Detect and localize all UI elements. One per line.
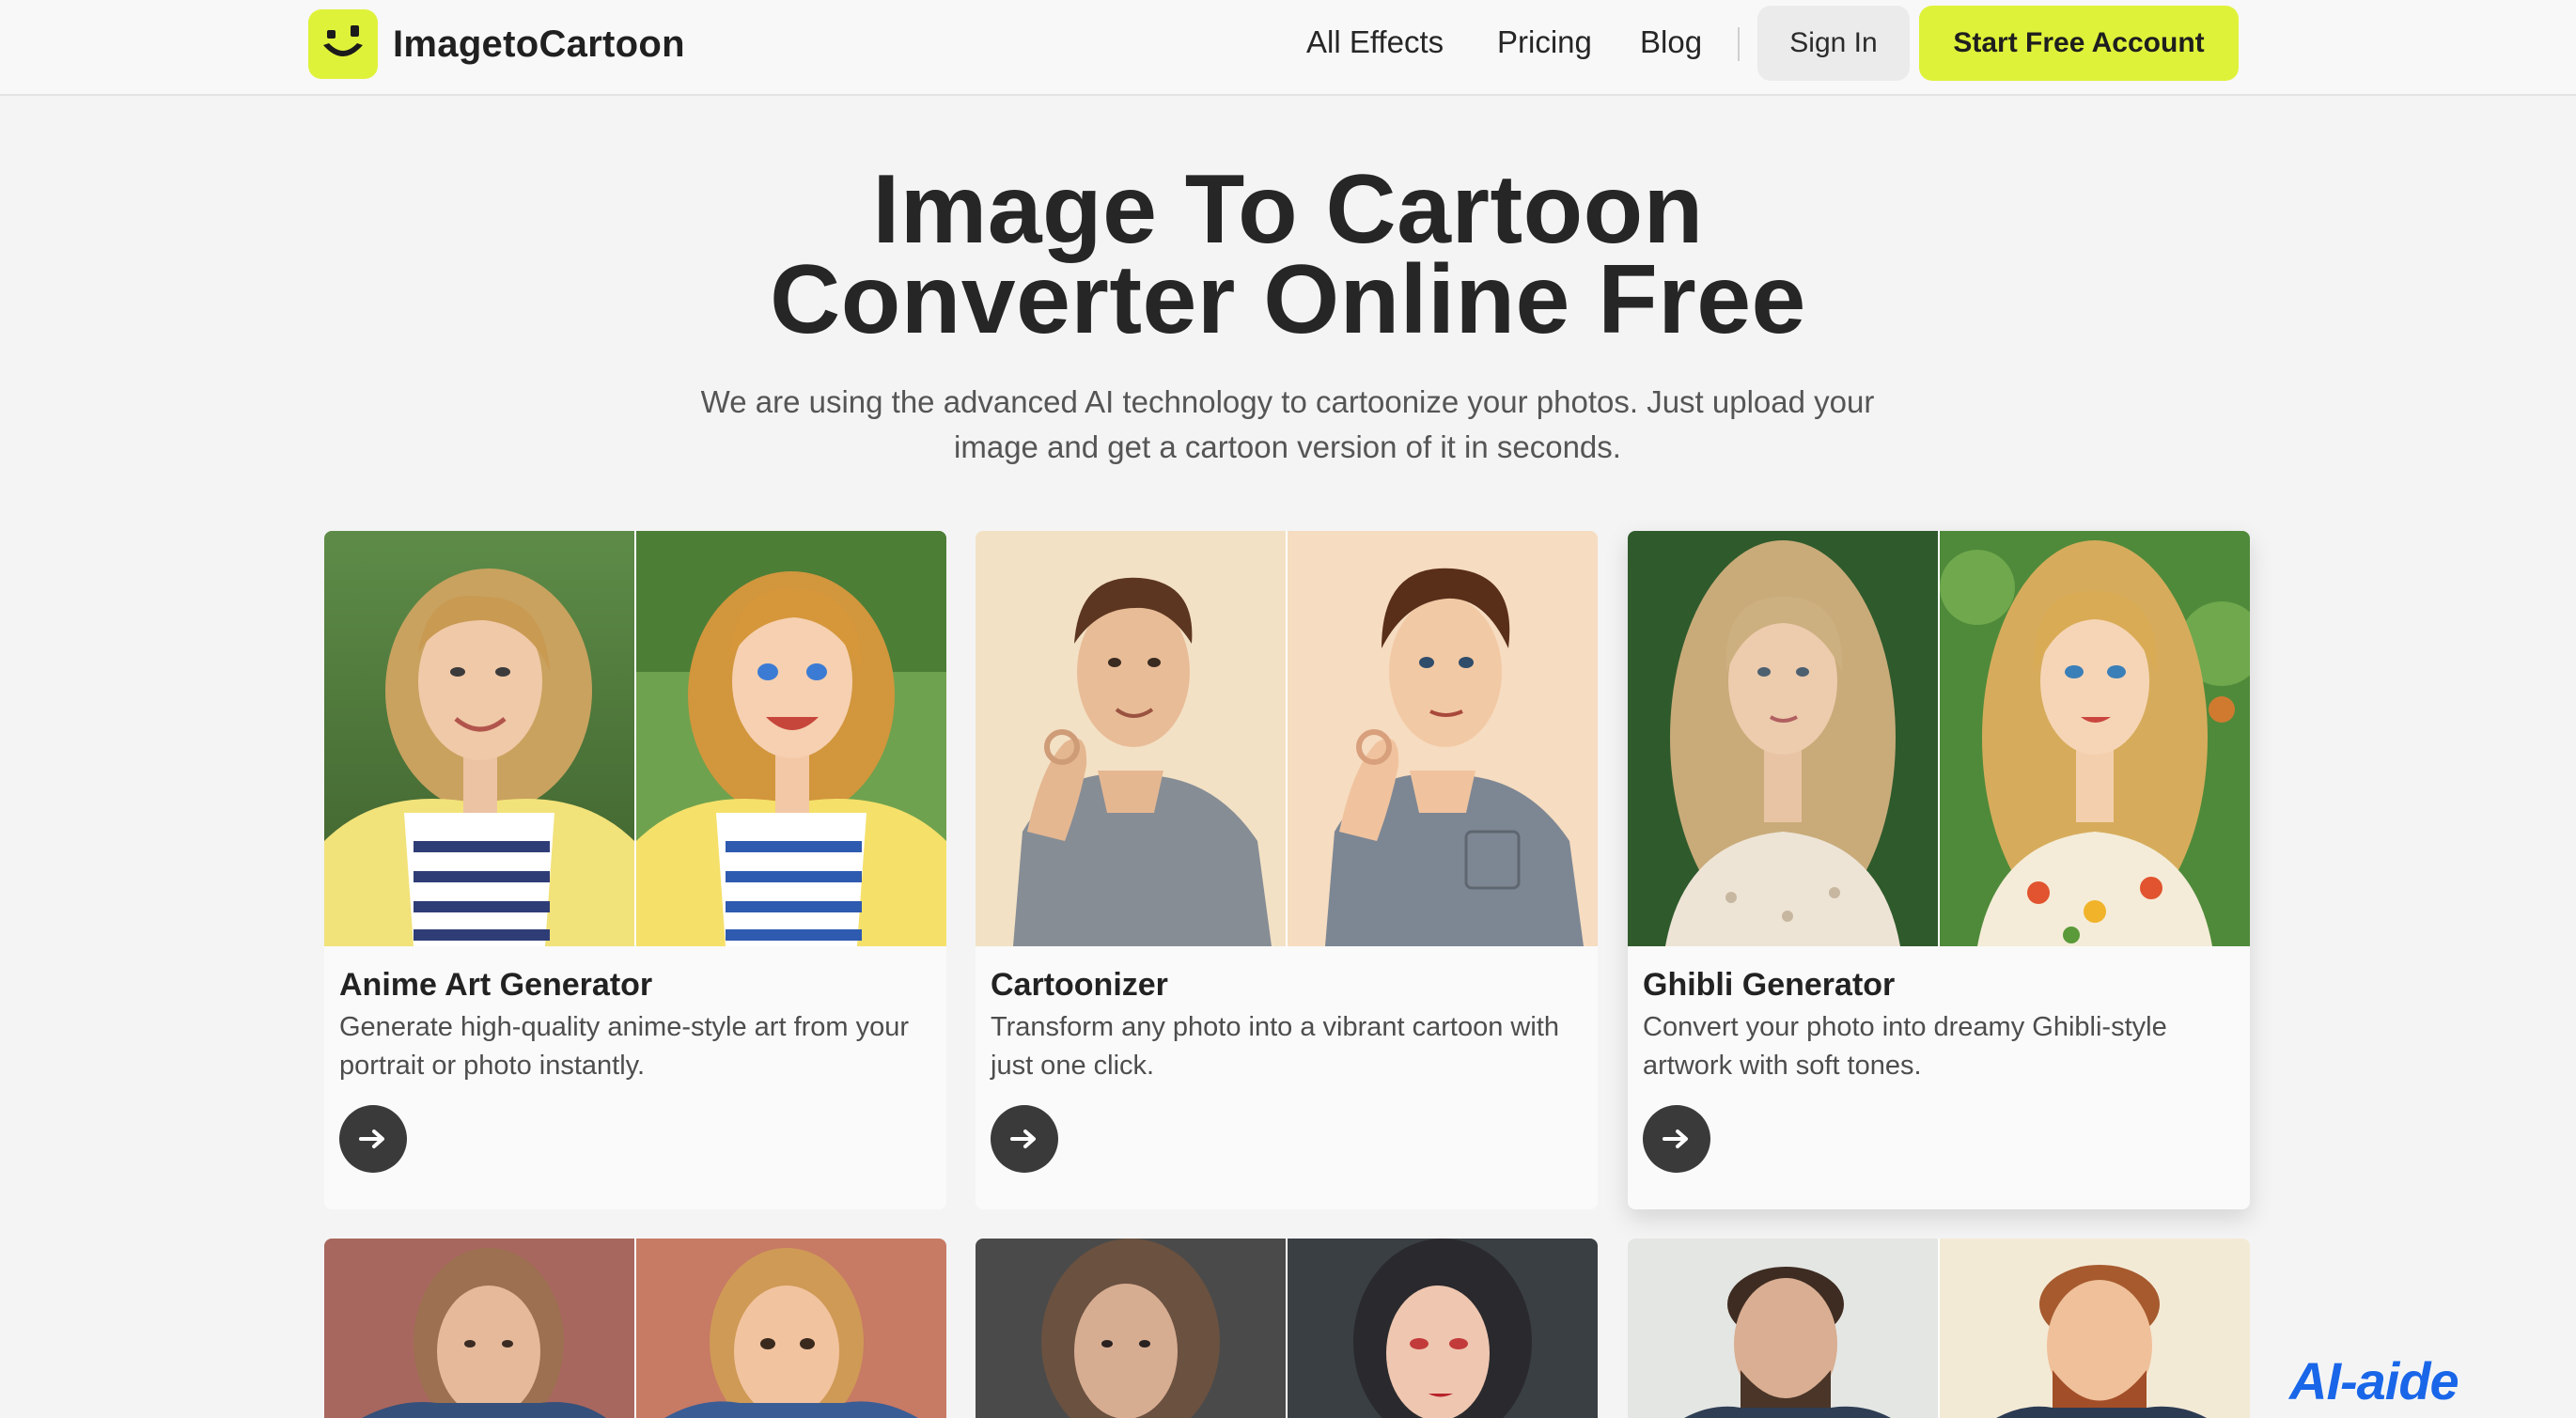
card-description: Convert your photo into dreamy Ghibli-st… bbox=[1643, 1012, 2167, 1081]
page-title-line-2: Converter Online Free bbox=[770, 245, 1806, 354]
cartoon-result bbox=[636, 1239, 946, 1418]
original-photo bbox=[324, 531, 634, 946]
arrow-right-icon bbox=[1010, 1130, 1036, 1148]
card-description: Generate high-quality anime-style art fr… bbox=[339, 1012, 910, 1081]
arrow-right-icon bbox=[359, 1130, 384, 1148]
arrow-right-icon bbox=[1663, 1130, 1688, 1148]
ghibli-before-after-image bbox=[1628, 531, 2250, 946]
cartoon-result bbox=[1940, 1239, 2250, 1418]
open-effect-button[interactable] bbox=[1643, 1105, 1710, 1173]
original-photo bbox=[324, 1239, 634, 1418]
original-photo bbox=[976, 531, 1286, 946]
card-title: Ghibli Generator bbox=[1643, 967, 1896, 1003]
nav-blog[interactable]: Blog bbox=[1640, 24, 1702, 60]
watermark-logo: AI-aide bbox=[2289, 1351, 2459, 1410]
original-photo bbox=[1628, 1239, 1938, 1418]
effect-card-row2-3[interactable] bbox=[1628, 1239, 2250, 1418]
sign-in-button[interactable]: Sign In bbox=[1757, 6, 1910, 81]
open-effect-button[interactable] bbox=[339, 1105, 407, 1173]
cartoon-result bbox=[1288, 531, 1598, 946]
effect-card-row2-2[interactable] bbox=[976, 1239, 1598, 1418]
top-navigation-bar: ImagetoCartoon All Effects Pricing Blog … bbox=[0, 0, 2576, 96]
nav-all-effects[interactable]: All Effects bbox=[1306, 24, 1444, 60]
start-free-account-button[interactable]: Start Free Account bbox=[1919, 6, 2239, 81]
open-effect-button[interactable] bbox=[991, 1105, 1058, 1173]
card-title: Anime Art Generator bbox=[339, 967, 653, 1003]
effect-card-ghibli[interactable]: Ghibli Generator Convert your photo into… bbox=[1628, 531, 2250, 1209]
card-description: Transform any photo into a vibrant carto… bbox=[991, 1012, 1560, 1081]
effect-card-anime-art[interactable]: Anime Art Generator Generate high-qualit… bbox=[324, 531, 946, 1209]
effect-card-row2-1[interactable] bbox=[324, 1239, 946, 1418]
nav-pricing[interactable]: Pricing bbox=[1497, 24, 1592, 60]
original-photo bbox=[976, 1239, 1286, 1418]
brand-name: ImagetoCartoon bbox=[393, 23, 685, 65]
cartoonizer-before-after-image bbox=[976, 531, 1598, 946]
page-title: Image To Cartoon Converter Online Free bbox=[0, 155, 2576, 354]
cartoon-result bbox=[1288, 1239, 1598, 1418]
page-title-line-1: Image To Cartoon bbox=[872, 155, 1704, 264]
brand-logo[interactable]: ImagetoCartoon bbox=[308, 9, 685, 79]
anime-before-after-image bbox=[324, 531, 946, 946]
smiley-logo-icon bbox=[308, 9, 378, 79]
effect-card-cartoonizer[interactable]: Cartoonizer Transform any photo into a v… bbox=[976, 531, 1598, 1209]
effect-preview-image bbox=[1628, 1239, 2250, 1418]
original-photo bbox=[1628, 531, 1938, 946]
effect-preview-image bbox=[976, 1239, 1598, 1418]
nav-divider bbox=[1738, 27, 1740, 61]
card-title: Cartoonizer bbox=[991, 967, 1168, 1003]
cartoon-result bbox=[636, 531, 946, 946]
cartoon-result bbox=[1940, 531, 2250, 946]
effect-preview-image bbox=[324, 1239, 946, 1418]
page-subtitle: We are using the advanced AI technology … bbox=[700, 384, 1875, 464]
